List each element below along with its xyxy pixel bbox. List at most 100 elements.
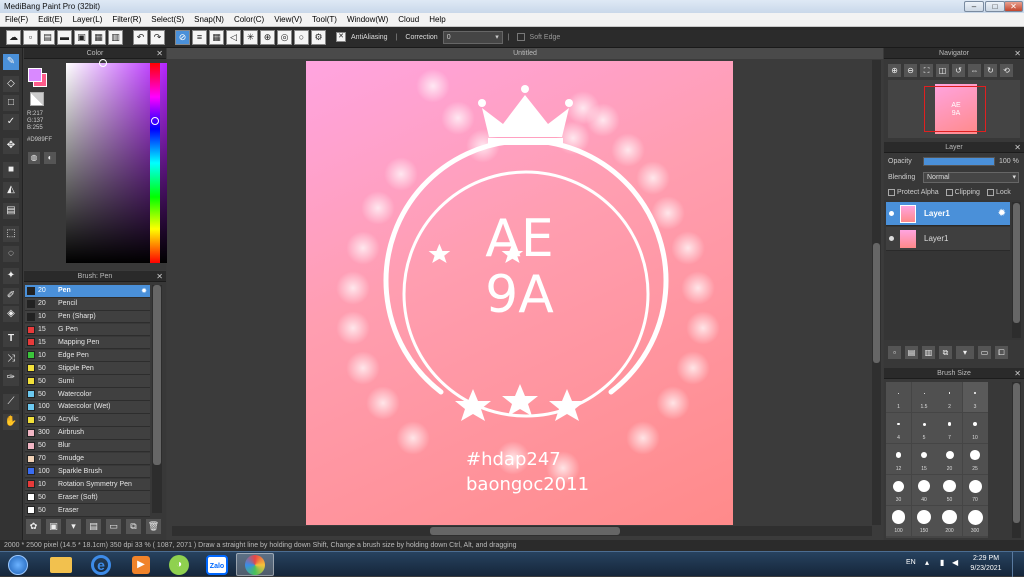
lock-checkbox[interactable] xyxy=(986,189,994,196)
close-icon[interactable]: ✕ xyxy=(1014,48,1021,59)
minimize-button[interactable]: – xyxy=(964,1,984,12)
clipping-checkbox[interactable] xyxy=(945,189,953,196)
canvas-tab[interactable]: Untitled xyxy=(167,48,883,59)
brush-item[interactable]: 50 Acrylic xyxy=(25,414,150,427)
flip-icon[interactable]: ⇔ xyxy=(968,64,981,77)
maximize-button[interactable]: □ xyxy=(985,1,1005,12)
brush-size-cell[interactable]: 100 xyxy=(886,506,911,536)
brush-menu-icon[interactable]: ▾ xyxy=(66,518,81,534)
scrollbar-thumb[interactable] xyxy=(430,527,620,535)
layer-folder-icon[interactable]: ▭ xyxy=(978,346,991,359)
select-tool-icon[interactable]: ⬚ xyxy=(3,226,19,242)
canvas-vertical-scrollbar[interactable] xyxy=(872,60,881,525)
eye-icon[interactable] xyxy=(889,211,894,216)
taskbar-medibang[interactable] xyxy=(236,553,274,576)
move-tool-icon[interactable]: ✥ xyxy=(3,138,19,154)
transparent-color-swatch[interactable] xyxy=(30,92,44,106)
menu-color[interactable]: Color(C) xyxy=(229,15,269,24)
zoom-in-icon[interactable]: ⊕ xyxy=(888,64,901,77)
brush-item[interactable]: 20 Pencil xyxy=(25,297,150,311)
show-desktop-button[interactable] xyxy=(1012,552,1024,577)
hand-tool-icon[interactable]: ✋ xyxy=(3,414,19,430)
brush-size-cell[interactable]: 20 xyxy=(937,444,962,474)
taskbar-ie[interactable]: e xyxy=(82,553,120,576)
brush-item[interactable]: 50 Eraser xyxy=(25,504,150,517)
taskbar-explorer[interactable] xyxy=(42,553,80,576)
rotate-right-icon[interactable]: ↻ xyxy=(984,64,997,77)
brush-size-cell[interactable]: 5 xyxy=(911,413,937,443)
select-eraser-tool-icon[interactable]: ◈ xyxy=(3,306,19,322)
open-file-icon[interactable]: ▤ xyxy=(40,29,55,45)
pen-tool-icon[interactable]: ✓ xyxy=(3,114,19,130)
layer-copy-icon[interactable]: ⧠ xyxy=(995,346,1008,359)
brush-folder-icon[interactable]: ▭ xyxy=(106,518,121,534)
duplicate-layer-icon[interactable]: ⧉ xyxy=(939,346,952,359)
brush-size-cell[interactable]: 10 xyxy=(962,413,988,443)
fit-icon[interactable]: ⛶ xyxy=(920,64,933,77)
tray-arrow-icon[interactable]: ▴ xyxy=(925,558,929,567)
navigator-preview[interactable]: AE 9A xyxy=(888,80,1020,138)
taskbar-media[interactable]: ▶ xyxy=(122,553,160,576)
menu-cloud[interactable]: Cloud xyxy=(393,15,424,24)
taskbar-coccoc[interactable]: ◑ xyxy=(160,553,198,576)
scrollbar-thumb[interactable] xyxy=(1013,203,1020,323)
brush-size-cell[interactable]: 1 xyxy=(886,382,911,412)
brush-item[interactable]: 300 Airbrush xyxy=(25,426,150,440)
layer-row-selected[interactable]: Layer1 ✹ xyxy=(886,202,1010,226)
rotate-left-icon[interactable]: ↺ xyxy=(952,64,965,77)
menu-edit[interactable]: Edit(E) xyxy=(33,15,67,24)
menu-filter[interactable]: Filter(R) xyxy=(107,15,146,24)
brush-size-cell[interactable]: 150 xyxy=(911,506,937,536)
new-file-icon[interactable]: ▫ xyxy=(23,29,38,45)
brush-item[interactable]: 100 Watercolor (Wet) xyxy=(25,401,150,414)
menu-file[interactable]: File(F) xyxy=(0,15,33,24)
brush-item[interactable]: 15 G Pen xyxy=(25,323,150,337)
gear-icon[interactable]: ✹ xyxy=(141,287,147,295)
menu-layer[interactable]: Layer(L) xyxy=(68,15,108,24)
brush-item[interactable]: 70 Smudge xyxy=(25,452,150,466)
brush-item[interactable]: 50 Eraser (Soft) xyxy=(25,491,150,505)
reset-view-icon[interactable]: ⟲ xyxy=(1000,64,1013,77)
brush-item[interactable]: 50 Sumi xyxy=(25,375,150,388)
snap-radial-icon[interactable]: ✳ xyxy=(243,29,258,45)
brush-copy-icon[interactable]: ▤ xyxy=(86,518,101,534)
cloud-icon[interactable]: ☁ xyxy=(6,29,21,45)
soft-edge-checkbox[interactable] xyxy=(516,33,525,41)
start-button[interactable] xyxy=(2,553,34,576)
navigator-viewport-frame[interactable] xyxy=(924,86,986,132)
brush-tool-icon[interactable]: ✎ xyxy=(3,54,19,70)
brush-item[interactable]: 10 Edge Pen xyxy=(25,349,150,363)
save-icon[interactable]: ▣ xyxy=(74,29,89,45)
brush-item[interactable]: 10 Rotation Symmetry Pen xyxy=(25,478,150,492)
snap-settings-icon[interactable]: ⚙ xyxy=(311,29,326,45)
taskbar-zalo[interactable]: Zalo xyxy=(198,553,236,576)
antialiasing-checkbox[interactable]: ✕ xyxy=(336,32,346,42)
brush-size-cell[interactable]: 40 xyxy=(911,475,937,505)
hue-slider-handle[interactable] xyxy=(151,117,159,125)
layer-menu-icon[interactable]: ▾ xyxy=(956,346,974,359)
volume-icon[interactable]: ◀ xyxy=(952,558,958,567)
redo-icon[interactable]: ↷ xyxy=(150,29,165,45)
menu-help[interactable]: Help xyxy=(424,15,450,24)
export-icon[interactable]: ▦ xyxy=(91,29,106,45)
fill-rect-tool-icon[interactable]: ■ xyxy=(3,162,19,178)
close-icon[interactable]: ✕ xyxy=(1014,368,1021,379)
magic-wand-tool-icon[interactable]: ✦ xyxy=(3,268,19,284)
gradient-tool-icon[interactable]: ▤ xyxy=(3,203,19,219)
color-settings-icon[interactable]: ◐ xyxy=(44,152,56,164)
select-pen-tool-icon[interactable]: ✐ xyxy=(3,288,19,304)
blending-select[interactable]: Normal ▾ xyxy=(923,172,1019,183)
network-icon[interactable]: ▮ xyxy=(940,558,944,567)
eye-icon[interactable] xyxy=(889,236,894,241)
brush-size-cell[interactable]: 70 xyxy=(962,475,988,505)
brush-size-scrollbar[interactable] xyxy=(1012,382,1021,538)
menu-window[interactable]: Window(W) xyxy=(342,15,393,24)
brush-size-cell[interactable]: 25 xyxy=(962,444,988,474)
brush-size-cell[interactable]: 30 xyxy=(886,475,911,505)
canvas-artwork[interactable]: AE 9A #hdap247 baongoc2011 xyxy=(306,61,733,525)
protect-alpha-checkbox[interactable] xyxy=(888,189,895,196)
operation-tool-icon[interactable]: ⤨ xyxy=(3,351,19,367)
new-color-layer-icon[interactable]: ▥ xyxy=(922,346,935,359)
actual-size-icon[interactable]: ◫ xyxy=(936,64,949,77)
bucket-tool-icon[interactable]: ◭ xyxy=(3,182,19,198)
